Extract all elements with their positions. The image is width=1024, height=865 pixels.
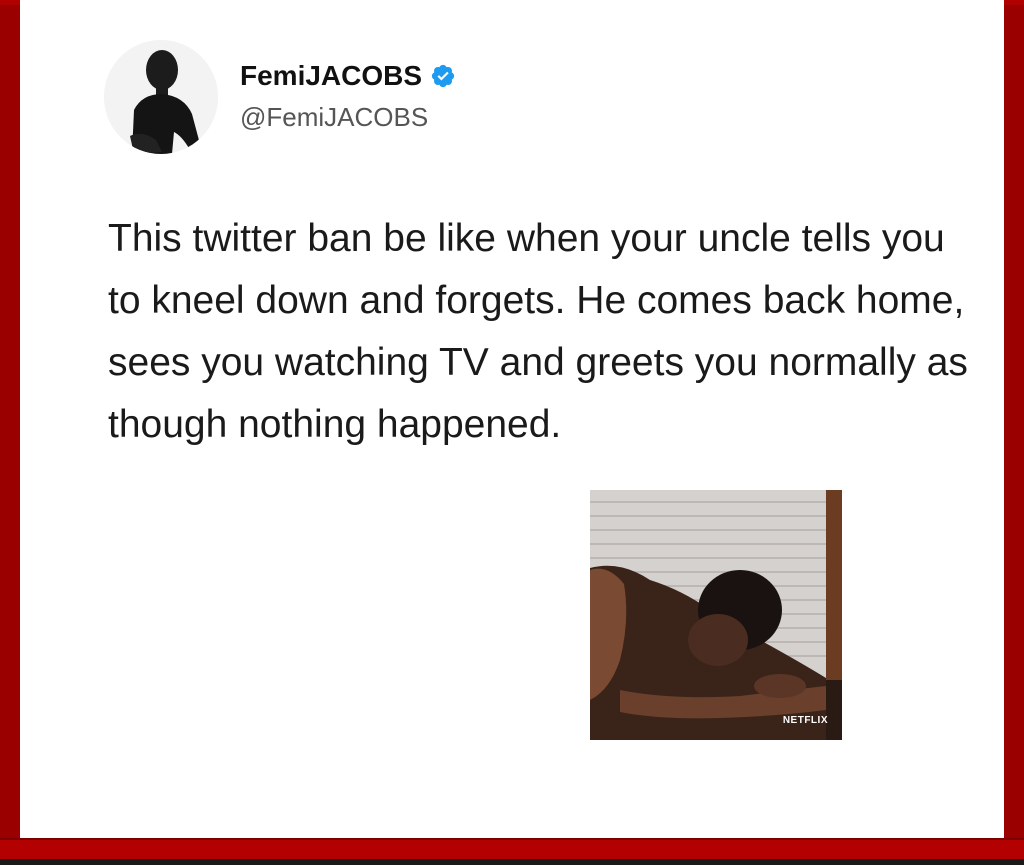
- avatar[interactable]: [104, 40, 218, 154]
- tweet-card: FemiJACOBS @FemiJACOBS This twitter ban …: [20, 0, 1004, 838]
- media-scene: [590, 490, 842, 740]
- avatar-photo: [104, 40, 218, 154]
- author-name-row: FemiJACOBS: [240, 60, 456, 92]
- netflix-watermark: NETFLIX: [782, 715, 828, 726]
- tweet-text: This twitter ban be like when your uncle…: [108, 217, 968, 446]
- author-handle[interactable]: @FemiJACOBS: [240, 102, 428, 133]
- tweet-media-image[interactable]: NETFLIX: [590, 490, 842, 740]
- frame-bottom-strip: [0, 859, 1024, 865]
- author-display-name[interactable]: FemiJACOBS: [240, 60, 422, 92]
- verified-badge-icon: [430, 63, 456, 89]
